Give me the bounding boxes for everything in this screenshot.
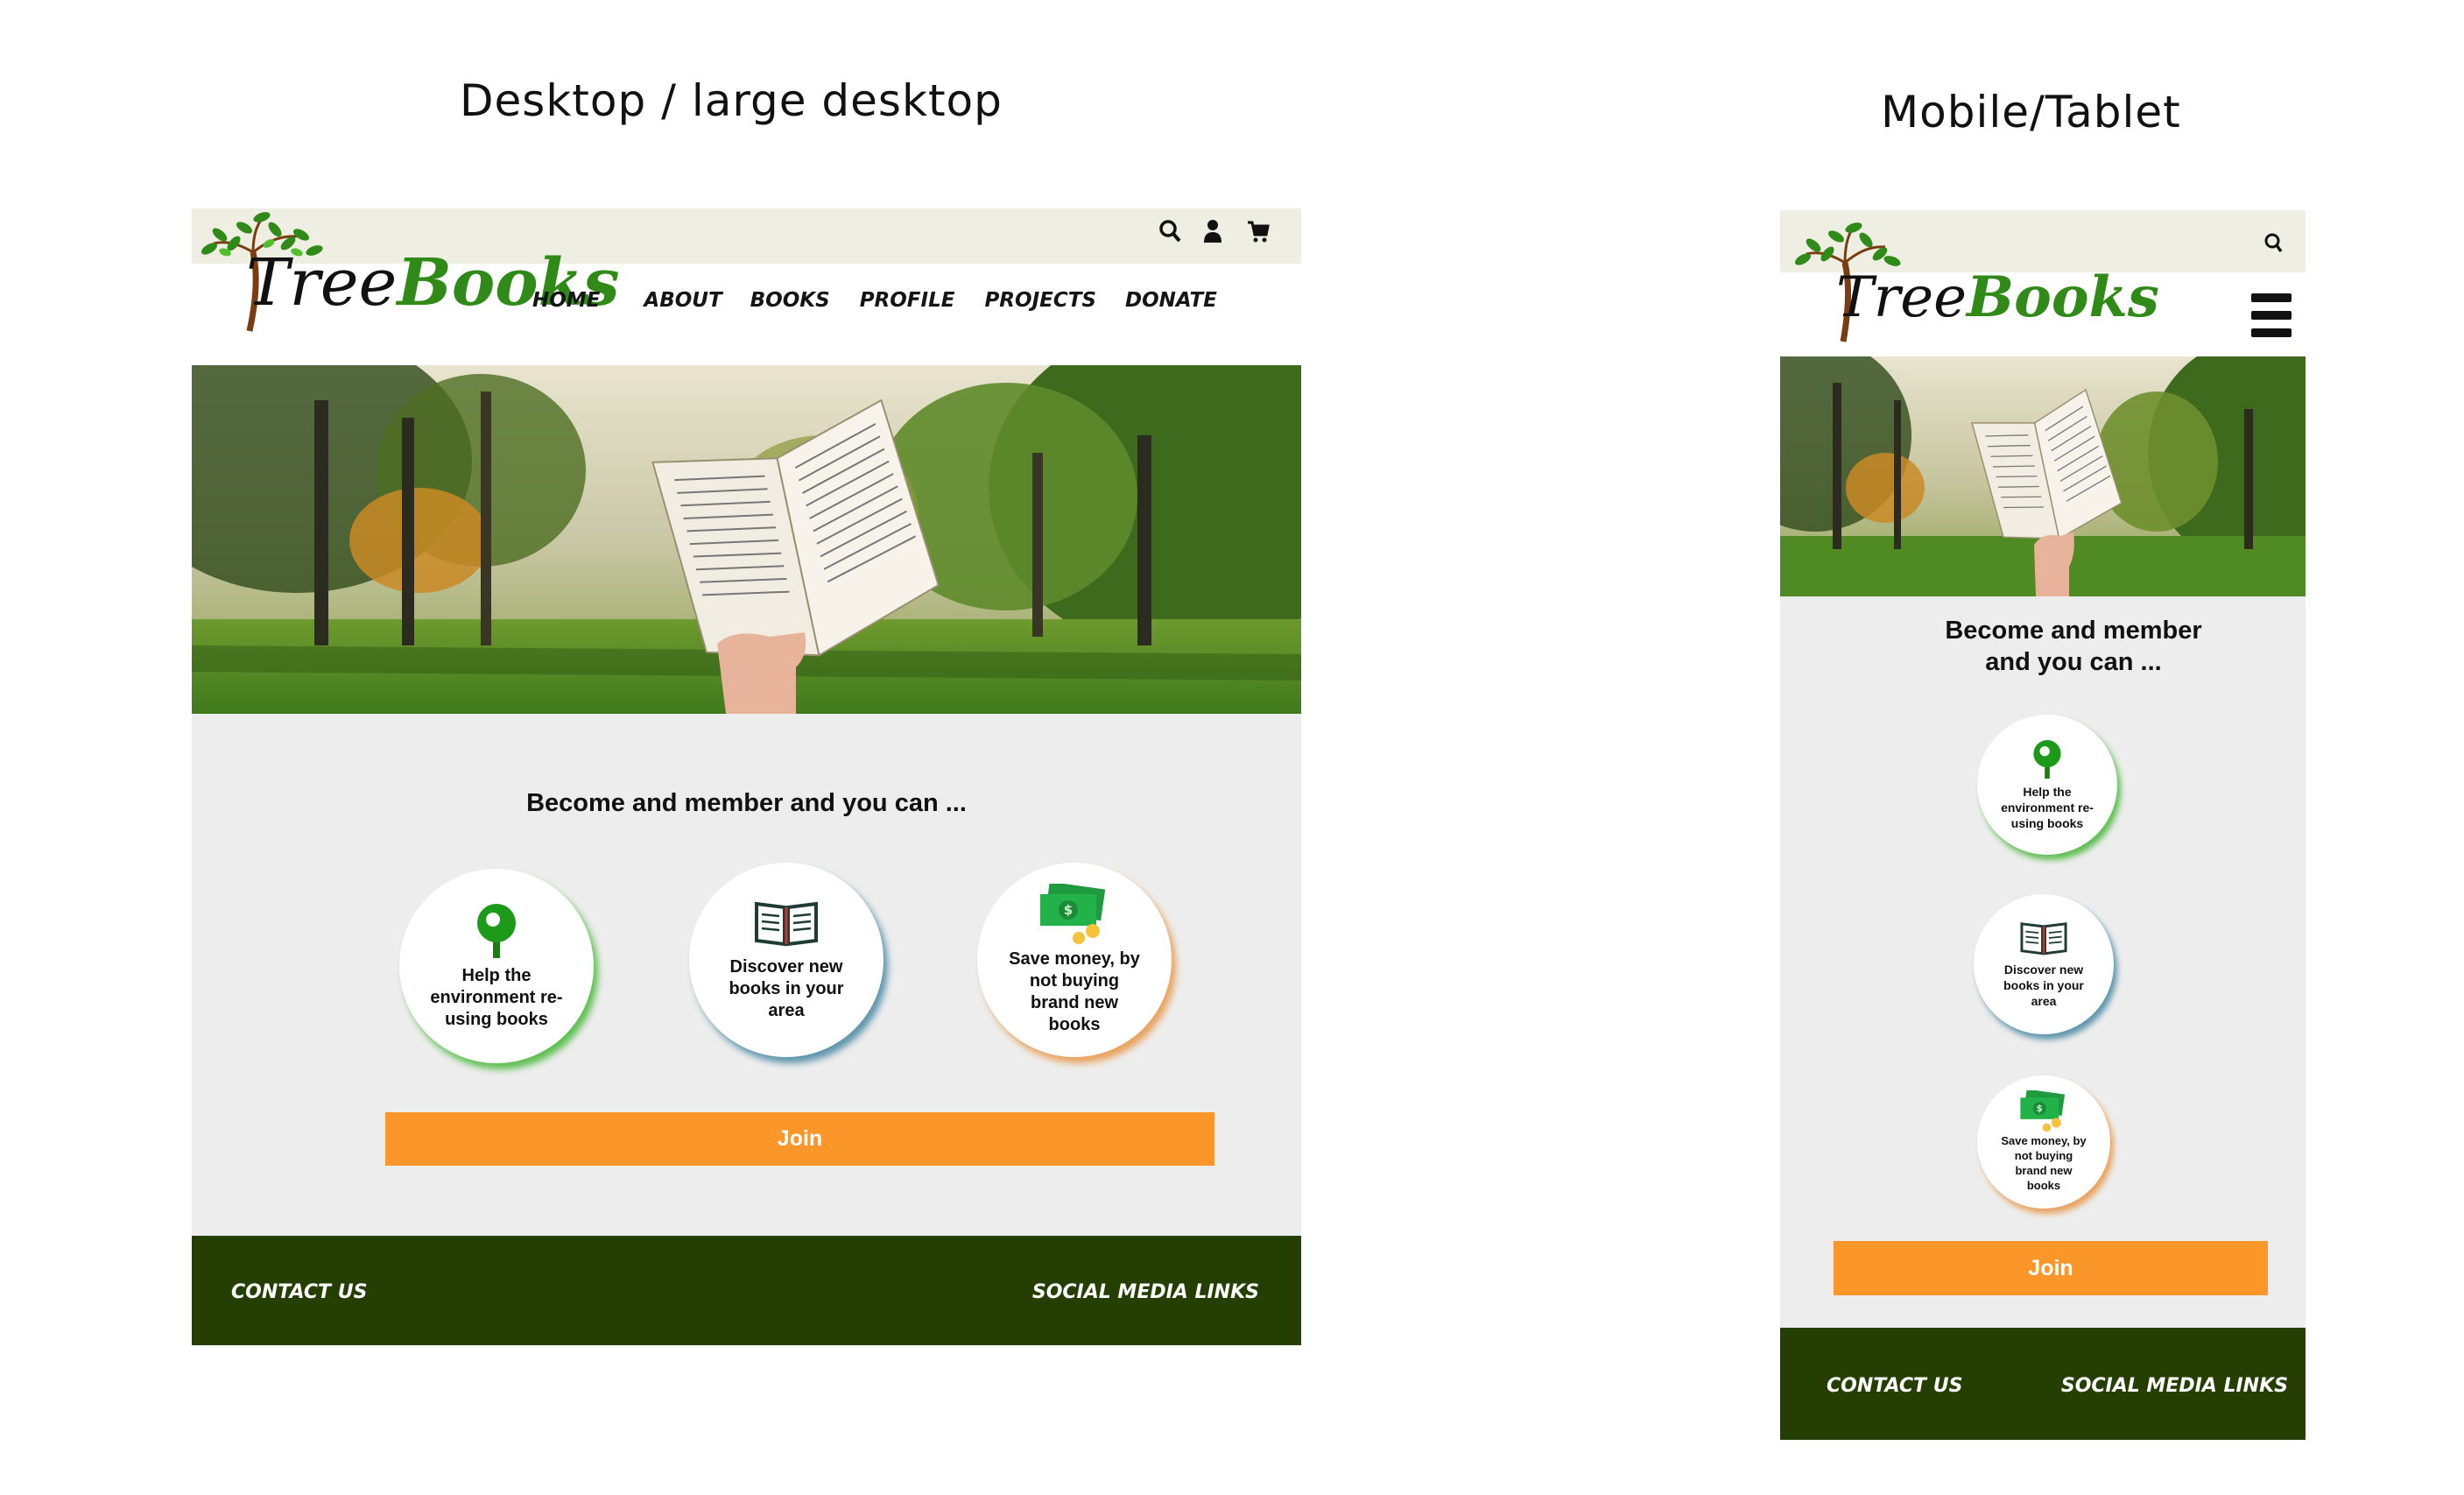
nav-books[interactable]: BOOKS (750, 289, 830, 312)
mobile-tree-icon (2033, 739, 2061, 779)
benefit-environment: Help the environment re-using books (399, 869, 594, 1063)
main-nav: HOME ABOUT BOOKS PROFILE PROJECTS DONATE (532, 289, 1217, 312)
logo-text-tree: Tree (246, 245, 398, 321)
footer: CONTACT US SOCIAL MEDIA LINKS (192, 1236, 1301, 1345)
cart-icon[interactable] (1247, 218, 1270, 244)
nav-profile[interactable]: PROFILE (860, 289, 955, 312)
mobile-member-headline: Become and member and you can ... (1945, 617, 2202, 677)
nav-home[interactable]: HOME (532, 289, 600, 312)
mobile-money-icon: $ (2020, 1090, 2066, 1132)
mobile-benefit-discover-text: Discover new books in your area (2003, 962, 2084, 1009)
user-icon[interactable] (1202, 218, 1223, 244)
mobile-caption: Mobile/Tablet (1881, 87, 2181, 138)
desktop-mockup: TreeBooks HOME ABOUT BOOKS PROFILE PROJE… (192, 208, 1301, 1345)
benefit-discover: Discover new books in your area (689, 863, 884, 1057)
mobile-footer-contact-link[interactable]: CONTACT US (1827, 1375, 1962, 1397)
benefit-money-text: Save money, by not buying brand new book… (1009, 949, 1140, 1034)
mobile-benefit-money-text: Save money, by not buying brand new book… (2001, 1134, 2087, 1192)
benefit-environment-text: Help the environment re-using books (430, 965, 563, 1029)
treebooks-logo[interactable]: TreeBooks (192, 208, 620, 340)
benefit-money: $ Save money, by not buying brand new bo… (977, 863, 1172, 1057)
search-icon[interactable] (1158, 218, 1182, 244)
hero-image (192, 365, 1301, 714)
member-headline: Become and member and you can ... (526, 789, 967, 817)
open-book-icon (755, 901, 818, 946)
mobile-benefit-environment: Help the environment re-using books (1977, 715, 2117, 855)
svg-text:$: $ (2037, 1104, 2043, 1114)
nav-about[interactable]: ABOUT (644, 289, 722, 312)
mobile-benefit-discover: Discover new books in your area (1974, 894, 2114, 1034)
mobile-footer-social-link[interactable]: SOCIAL MEDIA LINKS (2061, 1375, 2288, 1397)
tree-icon (477, 903, 516, 958)
mobile-mockup: TreeBooks Become and member and you can … (1780, 210, 2306, 1440)
footer-social-link[interactable]: SOCIAL MEDIA LINKS (1032, 1281, 1259, 1303)
join-button[interactable]: Join (385, 1112, 1214, 1166)
mobile-logo-text-tree: Tree (1836, 265, 1968, 330)
desktop-caption: Desktop / large desktop (460, 75, 1003, 126)
mobile-treebooks-logo[interactable]: TreeBooks (1782, 210, 2159, 346)
benefit-discover-text: Discover new books in your area (729, 956, 844, 1020)
nav-donate[interactable]: DONATE (1125, 289, 1217, 312)
hamburger-menu-icon[interactable] (2251, 293, 2292, 337)
mobile-benefit-money: $ Save money, by not buying brand new bo… (1977, 1075, 2110, 1209)
mobile-footer: CONTACT US SOCIAL MEDIA LINKS (1780, 1328, 2306, 1440)
svg-text:$: $ (1064, 902, 1073, 918)
mobile-search-icon[interactable] (2263, 232, 2283, 255)
mobile-join-button[interactable]: Join (1834, 1241, 2268, 1295)
mobile-hero-image (1780, 356, 2306, 596)
mobile-benefit-environment-text: Help the environment re-using books (2001, 784, 2094, 831)
nav-projects[interactable]: PROJECTS (984, 289, 1096, 312)
mobile-open-book-icon (2020, 921, 2067, 956)
mobile-logo-text-books: Books (1967, 264, 2159, 330)
footer-contact-link[interactable]: CONTACT US (231, 1281, 367, 1303)
money-icon: $ (1040, 884, 1106, 944)
